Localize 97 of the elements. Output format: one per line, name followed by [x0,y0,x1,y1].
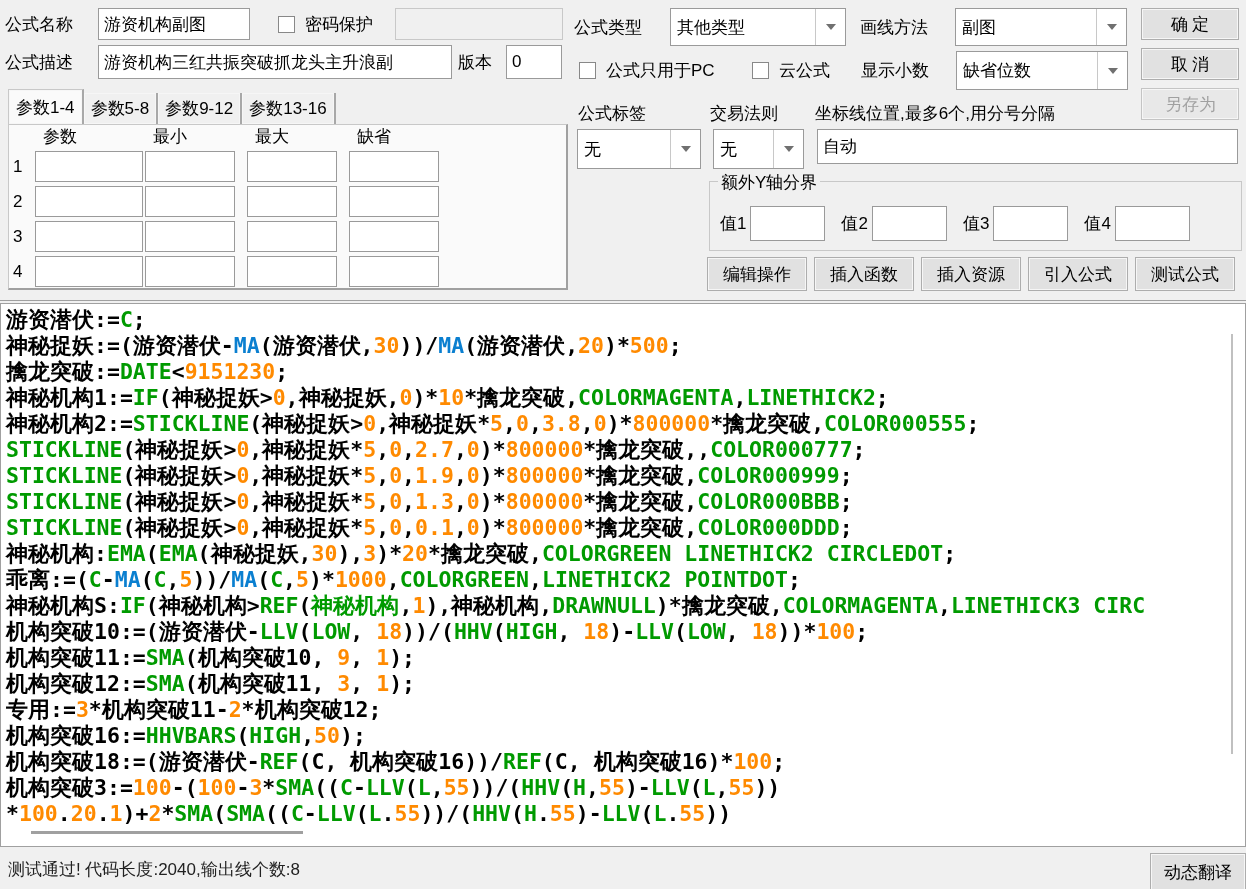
checkbox-label: 密码保护 [305,13,373,36]
group-title: 额外Y轴分界 [718,171,821,194]
checkbox-label: 公式只用于PC [606,60,715,82]
action-button[interactable]: 引入公式 [1028,257,1128,291]
input-field[interactable]: 自动 [817,129,1238,164]
code-line: 神秘机构S:IF(神秘机构>REF(神秘机构,1),神秘机构,DRAWNULL)*擒龙突破,COLORMAGENTA,LINETHICK3 CIRC [6,593,1147,619]
input-field[interactable] [349,151,439,182]
code-line: 神秘机构:EMA(EMA(神秘捉妖,30),3)*20*擒龙突破,COLORGREEN LINETHICK2 CIRCLEDOT; [6,541,958,567]
input-field[interactable] [145,256,235,287]
input-field[interactable] [349,221,439,252]
field-label: 公式描述 [5,51,74,74]
row-number: 4 [13,260,24,283]
caret-icon [825,24,836,30]
dropdown[interactable]: 其他类型 [670,8,846,46]
input-field[interactable]: 游资机构副图 [98,8,250,40]
input-field[interactable] [145,186,235,217]
row-number: 1 [13,155,24,178]
translate-button[interactable]: 动态翻译 [1150,853,1246,889]
input-field[interactable] [349,186,439,217]
column-header: 最大 [254,127,290,147]
field-label: 交易法则 [710,103,779,125]
tab[interactable]: 参数9-12 [158,93,243,124]
input-field[interactable] [247,221,337,252]
field-label: 公式名称 [5,13,74,36]
input-field[interactable] [35,186,143,217]
code-line: 神秘捉妖:=(游资潜伏-MA(游资潜伏,30))/MA(游资潜伏,20)*500; [6,333,683,359]
field-label: 公式类型 [574,16,643,39]
input-field[interactable]: 游资机构三红共振突破抓龙头主升浪副 [98,45,452,79]
status-text: 测试通过! 代码长度:2040,输出线个数:8 [8,858,300,881]
field-label: 值4 [1084,212,1111,235]
action-button[interactable]: 插入函数 [814,257,914,291]
field-label: 公式标签 [577,103,647,125]
code-line: STICKLINE(神秘捉妖>0,神秘捉妖*5,0,1.3,0)*800000*擒龙突破,COLOR000BBB; [6,489,854,515]
tab[interactable]: 参数1-4 [8,89,84,124]
action-button[interactable]: 编辑操作 [707,257,807,291]
row-number: 3 [13,225,24,248]
code-line: STICKLINE(神秘捉妖>0,神秘捉妖*5,0,0.1,0)*800000*擒龙突破,COLOR000DDD; [6,515,854,541]
input-field[interactable] [349,256,439,287]
code-line: 机构突破3:=100-(100-3*SMA((C-LLV(L,55))/(HHV(H,55)-LLV(L,55)) [6,775,782,801]
field-label: 版本 [457,51,493,74]
code-line: *100.20.1)+2*SMA(SMA((C-LLV(L.55))/(HHV(H.55)-LLV(L.55)) [6,801,733,827]
caret-icon [783,146,794,152]
input-field[interactable] [1114,205,1190,241]
caret-icon [1107,67,1118,74]
code-line: 机构突破18:=(游资潜伏-REF(C, 机构突破16))/REF(C, 机构突破16)*100; [6,749,787,775]
input-field[interactable] [750,205,826,241]
checkbox[interactable] [752,62,769,79]
code-line: 游资潜伏:=C; [6,307,147,333]
dropdown[interactable]: 副图 [955,8,1127,46]
input-field[interactable] [35,151,143,182]
row-number: 2 [13,190,24,213]
field-label: 画线方法 [860,16,929,39]
input-field[interactable] [871,205,947,241]
input-field[interactable] [35,221,143,252]
column-header: 最小 [152,127,188,147]
input-field[interactable] [35,256,143,287]
checkbox-label: 云公式 [779,60,830,82]
dialog-button[interactable]: 取 消 [1141,48,1239,80]
input-field[interactable] [247,186,337,217]
input-field[interactable] [247,151,337,182]
scrollbar[interactable] [1231,334,1233,754]
code-line: 乖离:=(C-MA(C,5))/MA(C,5)*1000,COLORGREEN,LINETHICK2 POINTDOT; [6,567,802,593]
code-line: 机构突破10:=(游资潜伏-LLV(LOW, 18))/(HHV(HIGH, 18)-LLV(LOW, 18))*100; [6,619,870,645]
field-label: 坐标线位置,最多6个,用分号分隔 [815,103,1055,125]
tab[interactable]: 参数13-16 [242,93,336,124]
field-label: 值3 [962,212,990,235]
dropdown[interactable]: 无 [713,129,804,169]
code-line: 神秘机构1:=IF(神秘捉妖>0,神秘捉妖,0)*10*擒龙突破,COLORMAGENTA,LINETHICK2; [6,385,890,411]
action-button[interactable]: 测试公式 [1135,257,1235,291]
code-line: 神秘机构2:=STICKLINE(神秘捉妖>0,神秘捉妖*5,0,3.8,0)*800000*擒龙突破,COLOR000555; [6,411,981,437]
tab[interactable]: 参数5-8 [83,93,159,124]
field-label: 显示小数 [861,60,930,82]
field-label: 值2 [841,212,868,235]
input-field[interactable] [145,221,235,252]
caret-icon [1106,24,1117,30]
input-field[interactable] [993,205,1069,241]
code-line: 机构突破12:=SMA(机构突破11, 3, 1); [6,671,417,697]
code-line: 机构突破11:=SMA(机构突破10, 9, 1); [6,645,417,671]
checkbox[interactable] [278,15,295,33]
input-field[interactable]: 0 [506,45,562,79]
scrollbar[interactable] [31,831,303,834]
field-label: 值1 [720,212,747,235]
checkbox[interactable] [579,62,596,79]
action-button[interactable]: 插入资源 [921,257,1021,291]
caret-icon [680,146,691,152]
code-line: STICKLINE(神秘捉妖>0,神秘捉妖*5,0,2.7,0)*800000*擒龙突破,,COLOR000777; [6,437,867,463]
code-line: STICKLINE(神秘捉妖>0,神秘捉妖*5,0,1.9,0)*800000*擒龙突破,COLOR000999; [6,463,854,489]
column-header: 参数 [42,127,78,147]
code-line: 擒龙突破:=DATE<9151230; [6,359,290,385]
dialog-button[interactable]: 确 定 [1141,8,1239,40]
column-header: 缺省 [356,127,392,147]
dropdown[interactable]: 无 [577,129,701,169]
code-line: 机构突破16:=HHVBARS(HIGH,50); [6,723,367,749]
input-field[interactable] [145,151,235,182]
code-line: 专用:=3*机构突破11-2*机构突破12; [6,697,383,723]
input-field[interactable] [247,256,337,287]
dropdown[interactable]: 缺省位数 [956,51,1128,90]
